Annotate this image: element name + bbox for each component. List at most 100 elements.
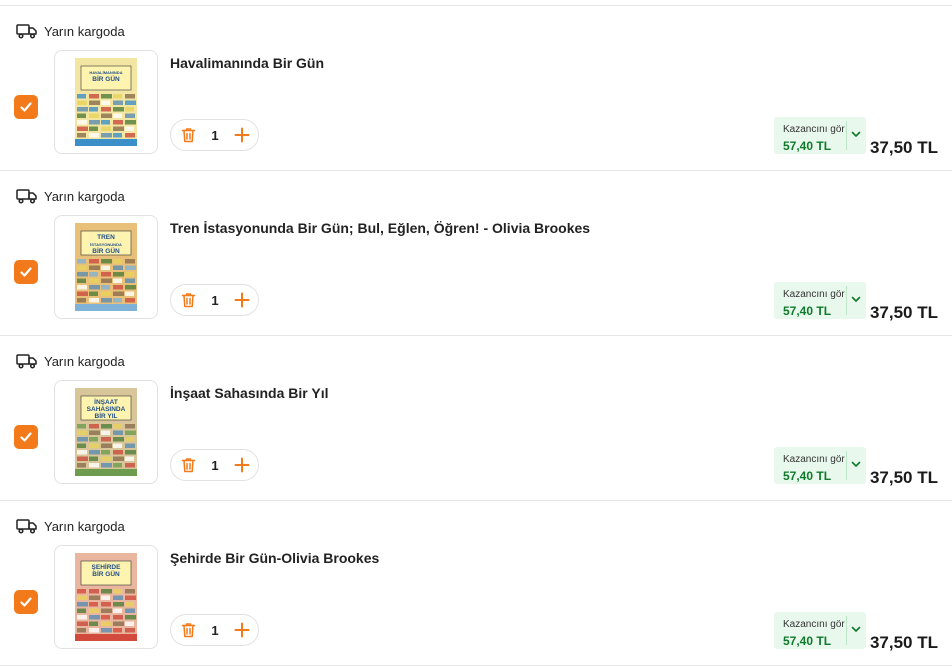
cover-illustration — [113, 628, 122, 633]
cover-illustration — [77, 595, 87, 600]
cover-illustration — [113, 463, 122, 468]
select-item-checkbox[interactable] — [14, 260, 38, 284]
cover-illustration — [77, 602, 88, 607]
increase-quantity-button[interactable] — [227, 285, 257, 315]
cover-illustration — [89, 621, 98, 626]
cover-illustration — [125, 285, 136, 290]
cover-illustration — [77, 437, 88, 442]
cover-illustration — [89, 595, 100, 600]
select-item-checkbox[interactable] — [14, 590, 38, 614]
product-image[interactable]: ŞEHİRDE BİR GÜN — [54, 545, 158, 649]
trash-icon — [181, 458, 195, 473]
book-cover: İNŞAAT SAHASINDA BİR YIL — [75, 388, 137, 476]
cover-art: ŞEHİRDEBİR GÜN — [75, 553, 137, 641]
cover-illustration — [125, 628, 135, 633]
product-image[interactable]: TREN İSTASYONUNDA BİR GÜN — [54, 215, 158, 319]
cart-item: Yarın kargoda İNŞAAT SAHASINDA BİR YIL İnş… — [0, 336, 952, 501]
cover-illustration — [77, 589, 86, 594]
savings-dropdown[interactable]: Kazancını gör 57,40 TL — [774, 447, 866, 484]
trash-icon — [181, 293, 195, 308]
cover-illustration — [101, 94, 112, 99]
product-title[interactable]: Tren İstasyonunda Bir Gün; Bul, Eğlen, Ö… — [170, 220, 590, 236]
quantity-stepper: 1 — [170, 119, 259, 151]
checkmark-icon — [20, 597, 32, 607]
cover-illustration — [125, 94, 135, 99]
cover-illustration — [101, 126, 111, 131]
cover-illustration — [113, 424, 122, 429]
cover-illustration — [77, 291, 88, 296]
cover-illustration — [89, 100, 100, 105]
cover-illustration — [77, 113, 86, 118]
savings-label: Kazancını gör — [783, 289, 845, 300]
book-cover: ŞEHİRDE BİR GÜN — [75, 553, 137, 641]
savings-amount: 57,40 TL — [783, 634, 832, 648]
delete-button[interactable] — [173, 120, 203, 150]
savings-dropdown[interactable]: Kazancını gör 57,40 TL — [774, 117, 866, 154]
cover-illustration — [101, 107, 111, 112]
product-image[interactable]: HAVALİMANINDA BİR GÜN — [54, 50, 158, 154]
cover-illustration — [89, 126, 98, 131]
cover-band — [75, 139, 137, 146]
divider — [846, 121, 847, 150]
cover-illustration — [77, 450, 87, 455]
product-title[interactable]: Şehirde Bir Gün-Olivia Brookes — [170, 550, 379, 566]
increase-quantity-button[interactable] — [227, 450, 257, 480]
product-title[interactable]: İnşaat Sahasında Bir Yıl — [170, 385, 328, 401]
truck-icon — [16, 519, 37, 534]
cover-illustration — [101, 291, 111, 296]
savings-amount: 57,40 TL — [783, 139, 832, 153]
cover-illustration — [113, 120, 123, 125]
cover-illustration — [101, 430, 110, 435]
cover-illustration — [89, 133, 99, 138]
cover-illustration — [113, 443, 122, 448]
chevron-down-icon — [851, 131, 861, 137]
plus-icon — [234, 292, 250, 308]
cover-illustration — [101, 424, 112, 429]
cover-illustration — [77, 285, 87, 290]
cover-title-text: İNŞAAT — [94, 398, 118, 406]
cover-illustration — [89, 113, 99, 118]
cart-item: Yarın kargoda ŞEHİRDE BİR GÜN Şehirde Bir… — [0, 501, 952, 666]
increase-quantity-button[interactable] — [227, 120, 257, 150]
savings-dropdown[interactable]: Kazancını gör 57,40 TL — [774, 612, 866, 649]
shipping-info: Yarın kargoda — [16, 352, 125, 370]
cover-title-text: BİR GÜN — [92, 569, 120, 578]
increase-quantity-button[interactable] — [227, 615, 257, 645]
cover-illustration — [77, 126, 88, 131]
cover-illustration — [125, 602, 134, 607]
cover-illustration — [89, 456, 98, 461]
delete-button[interactable] — [173, 285, 203, 315]
cover-illustration — [101, 628, 112, 633]
cover-illustration — [89, 259, 99, 264]
book-cover: TREN İSTASYONUNDA BİR GÜN — [75, 223, 137, 311]
truck-icon — [16, 189, 37, 204]
cover-illustration — [77, 443, 86, 448]
cover-illustration — [113, 291, 124, 296]
cover-illustration — [101, 133, 112, 138]
cover-illustration — [125, 589, 135, 594]
savings-dropdown[interactable]: Kazancını gör 57,40 TL — [774, 282, 866, 319]
cover-illustration — [77, 94, 86, 99]
cover-illustration — [89, 424, 99, 429]
select-item-checkbox[interactable] — [14, 95, 38, 119]
delete-button[interactable] — [173, 450, 203, 480]
product-image[interactable]: İNŞAAT SAHASINDA BİR YIL — [54, 380, 158, 484]
cover-illustration — [101, 463, 112, 468]
select-item-checkbox[interactable] — [14, 425, 38, 449]
cover-illustration — [113, 113, 122, 118]
quantity-value: 1 — [211, 622, 219, 638]
quantity-stepper: 1 — [170, 284, 259, 316]
cover-illustration — [125, 107, 134, 112]
cover-illustration — [77, 100, 87, 105]
cover-illustration — [101, 589, 112, 594]
divider — [846, 616, 847, 645]
savings-label: Kazancını gör — [783, 619, 845, 630]
divider — [846, 286, 847, 315]
cover-illustration — [89, 278, 99, 283]
cover-title-text: BİR GÜN — [92, 246, 120, 255]
delete-button[interactable] — [173, 615, 203, 645]
cover-illustration — [89, 437, 98, 442]
cover-illustration — [101, 285, 110, 290]
product-title[interactable]: Havalimanında Bir Gün — [170, 55, 324, 71]
chevron-down-icon — [851, 296, 861, 302]
